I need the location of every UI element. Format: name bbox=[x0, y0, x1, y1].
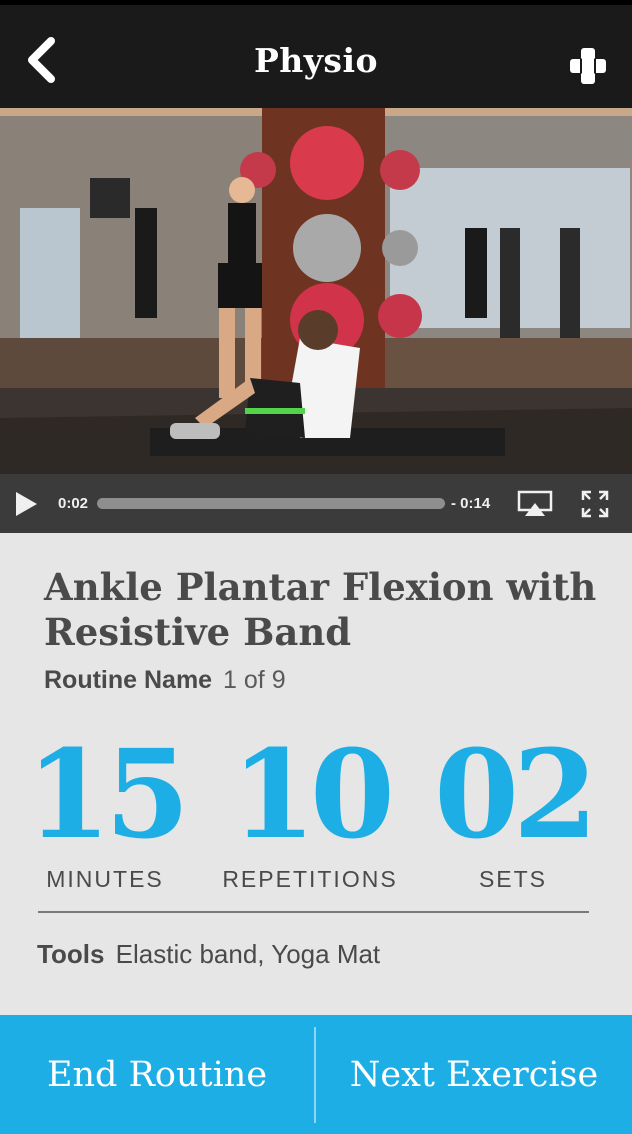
exercise-info: Ankle Plantar Flexion with Resistive Ban… bbox=[0, 533, 632, 1015]
physio-cross-logo-icon bbox=[570, 48, 606, 84]
footer-actions: End Routine Next Exercise bbox=[0, 1015, 632, 1134]
video-scrubber[interactable] bbox=[97, 498, 445, 509]
minutes-value: 15 bbox=[26, 722, 190, 866]
end-routine-button[interactable]: End Routine bbox=[0, 1015, 314, 1134]
routine-line: Routine Name 1 of 9 bbox=[44, 666, 286, 695]
app-title: Physio bbox=[253, 41, 379, 80]
repetitions-value: 10 bbox=[231, 722, 395, 866]
stat-minutes: 15 MINUTES bbox=[20, 728, 190, 893]
tools-line: Tools Elastic band, Yoga Mat bbox=[37, 939, 380, 970]
video-frame-image bbox=[0, 108, 632, 474]
minutes-label: MINUTES bbox=[46, 866, 164, 892]
tools-value: Elastic band, Yoga Mat bbox=[115, 939, 381, 969]
divider bbox=[38, 911, 589, 913]
airplay-icon bbox=[517, 490, 553, 516]
play-icon bbox=[16, 492, 37, 516]
repetitions-label: REPETITIONS bbox=[222, 866, 398, 892]
routine-progress: 1 of 9 bbox=[223, 666, 286, 694]
physio-logo-button[interactable] bbox=[568, 46, 608, 86]
sets-label: SETS bbox=[478, 866, 548, 892]
fullscreen-icon bbox=[581, 490, 609, 518]
next-exercise-button[interactable]: Next Exercise bbox=[316, 1015, 632, 1134]
exercise-title: Ankle Plantar Flexion with Resistive Ban… bbox=[44, 565, 597, 654]
stat-sets: 02 SETS bbox=[428, 728, 598, 893]
sets-value: 02 bbox=[434, 722, 598, 866]
exercise-video[interactable] bbox=[0, 108, 632, 474]
stat-repetitions: 10 REPETITIONS bbox=[210, 728, 410, 893]
tools-label: Tools bbox=[37, 939, 105, 969]
airplay-button[interactable] bbox=[516, 489, 554, 519]
remaining-time: - 0:14 bbox=[451, 495, 491, 512]
video-controls: 0:02 - 0:14 bbox=[0, 474, 632, 533]
play-button[interactable] bbox=[13, 491, 39, 517]
fullscreen-button[interactable] bbox=[579, 489, 611, 519]
current-time: 0:02 bbox=[58, 495, 89, 512]
routine-name: Routine Name bbox=[44, 666, 213, 694]
app-bar: Physio bbox=[0, 5, 632, 108]
